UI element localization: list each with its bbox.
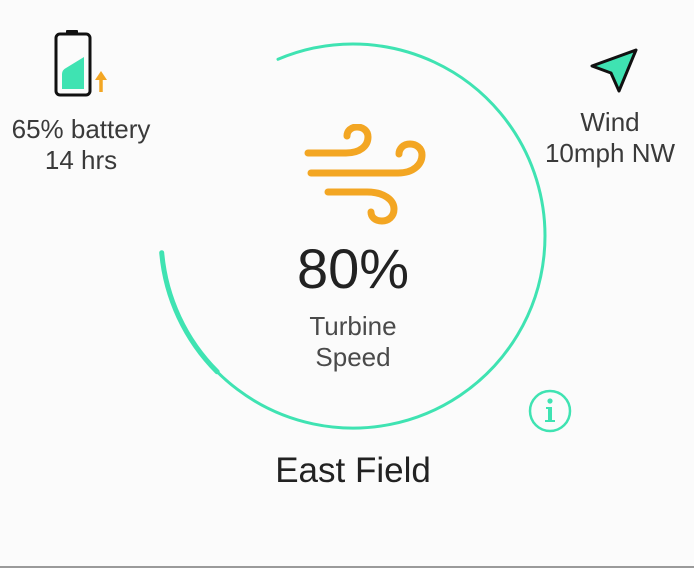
field-name: East Field [275, 451, 431, 490]
turbine-speed-label-line1: Turbine [309, 311, 397, 341]
turbine-speed-value: 80% [296, 237, 410, 300]
info-icon[interactable] [528, 389, 572, 433]
gauge-progress-arc-lead [159, 250, 220, 375]
turbine-status-screen: 65% battery 14 hrs Wind 10mph NW 80% Tur… [0, 0, 694, 568]
turbine-speed-label: Turbine Speed [253, 311, 453, 373]
wind-icon [304, 124, 426, 225]
turbine-speed-label-line2: Speed [315, 342, 391, 372]
